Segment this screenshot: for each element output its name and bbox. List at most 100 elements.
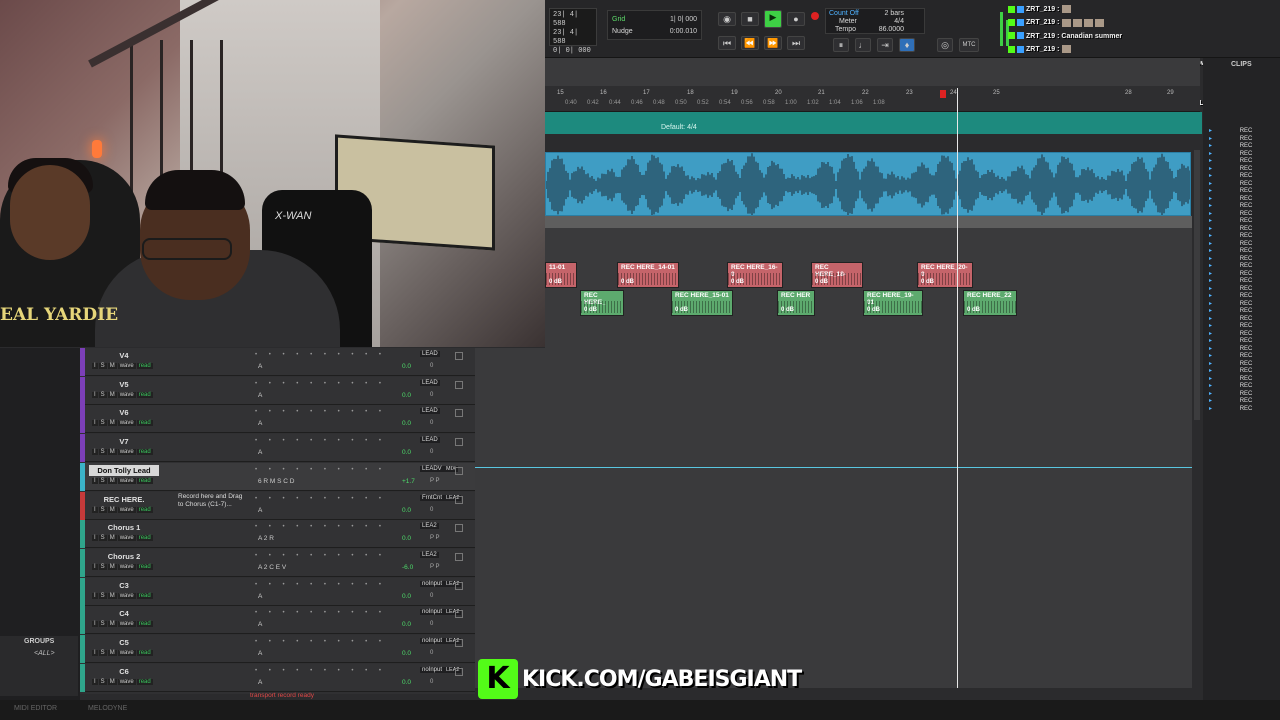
expand-arrow-icon[interactable]: ▸: [1209, 338, 1212, 344]
melodyne-tab[interactable]: MELODYNE: [88, 705, 127, 712]
clip-list-item[interactable]: ▸ REC: [1209, 263, 1252, 271]
clip-list-item[interactable]: ▸ REC: [1209, 136, 1252, 144]
audio-clip[interactable]: REC HERE_19-010 dB: [863, 290, 923, 316]
audio-clip[interactable]: REC HERE_15-01 0 dB: [671, 290, 733, 316]
rewind-button[interactable]: ⏪: [741, 36, 759, 50]
send-letters[interactable]: A: [258, 392, 262, 399]
track-buttons[interactable]: I S Mwave read: [92, 650, 154, 656]
clip-list-item[interactable]: ▸ REC: [1209, 316, 1252, 324]
insert-slots[interactable]: • • • • • • • • • •: [255, 352, 395, 372]
send-letters[interactable]: A 2 C E V: [258, 564, 286, 571]
clip-gain[interactable]: 0 dB: [967, 307, 980, 313]
clip-list-item[interactable]: ▸ REC: [1209, 301, 1252, 309]
expand-arrow-icon[interactable]: ▸: [1209, 271, 1212, 277]
clip-list-item[interactable]: ▸ REC: [1209, 158, 1252, 166]
track-buttons[interactable]: I S Mwave read: [92, 506, 154, 513]
track-option-box[interactable]: [455, 380, 463, 389]
insert-slots[interactable]: • • • • • • • • • •: [255, 610, 395, 630]
track-button-read[interactable]: read: [136, 449, 153, 456]
clip-gain[interactable]: 0 dB: [549, 279, 562, 285]
track-name[interactable]: V5: [89, 379, 159, 390]
track-name[interactable]: V6: [89, 407, 159, 418]
track-button-s[interactable]: S: [98, 477, 107, 484]
track-button-s[interactable]: S: [98, 592, 107, 599]
track-buttons[interactable]: I S Mwave read: [92, 678, 154, 685]
track-pan[interactable]: 0: [430, 593, 433, 599]
track-button-i[interactable]: I: [92, 420, 98, 427]
clip-list-items[interactable]: ▸ REC ▸ REC ▸ REC ▸ REC ▸ REC ▸ REC ▸ REC ▸ REC…: [1209, 128, 1252, 413]
track-button-s[interactable]: S: [98, 363, 107, 369]
track-button-read[interactable]: read: [136, 391, 153, 398]
track-buttons[interactable]: I S Mwave read: [92, 391, 154, 398]
track-name[interactable]: C5: [89, 637, 159, 648]
clip-list-item[interactable]: ▸ REC: [1209, 128, 1252, 136]
expand-arrow-icon[interactable]: ▸: [1209, 128, 1212, 134]
clip-list-item[interactable]: ▸ REC: [1209, 203, 1252, 211]
track-row[interactable]: C4 I S Mwave read • • • • • • • • • • AnoInput…: [80, 606, 475, 635]
track-button-wave[interactable]: wave: [117, 420, 136, 427]
track-button-read[interactable]: read: [136, 621, 153, 628]
track-button-wave[interactable]: wave: [117, 621, 136, 628]
expand-arrow-icon[interactable]: ▸: [1209, 158, 1212, 164]
track-button-i[interactable]: I: [92, 449, 98, 456]
track-pan[interactable]: 0: [430, 363, 433, 369]
clip-list-item[interactable]: ▸ REC: [1209, 226, 1252, 234]
edit-window-lower[interactable]: [475, 348, 1192, 688]
track-button-i[interactable]: I: [92, 363, 98, 369]
clip-list-item[interactable]: ▸ REC: [1209, 248, 1252, 256]
clip-list-item[interactable]: ▸ REC: [1209, 398, 1252, 406]
clip-list-item[interactable]: ▸ REC: [1209, 323, 1252, 331]
send-letters[interactable]: 6 R M S C D: [258, 478, 294, 485]
track-button-i[interactable]: I: [92, 506, 98, 513]
expand-arrow-icon[interactable]: ▸: [1209, 301, 1212, 307]
track-buttons[interactable]: I S Mwave read: [92, 621, 154, 628]
track-output[interactable]: LEADV: [420, 465, 444, 472]
tempo-link-icon[interactable]: ♦: [899, 38, 915, 52]
track-option-box[interactable]: [455, 524, 463, 533]
expand-arrow-icon[interactable]: ▸: [1209, 323, 1212, 329]
track-pan[interactable]: 0: [430, 392, 433, 398]
track-name[interactable]: C3: [89, 580, 159, 591]
track-pan[interactable]: P P: [430, 564, 440, 570]
insert-slots[interactable]: • • • • • • • • • •: [255, 438, 395, 458]
insert-slots[interactable]: • • • • • • • • • •: [255, 524, 395, 544]
clip-list-item[interactable]: ▸ REC: [1209, 256, 1252, 264]
expand-arrow-icon[interactable]: ▸: [1209, 226, 1212, 232]
record-button[interactable]: ●: [787, 12, 805, 26]
track-button-m[interactable]: M: [107, 592, 117, 599]
bar-ruler[interactable]: 15 16 17 18 19 20 21 22 23 24 25 28 29 0:40 0:42 0:44 0…: [545, 88, 1200, 110]
expand-arrow-icon[interactable]: ▸: [1209, 173, 1212, 179]
send-letters[interactable]: A: [258, 449, 262, 456]
clip-list-panel[interactable]: CLIPS ▸ REC ▸ REC ▸ REC ▸ REC ▸ REC ▸ REC ▸ RE…: [1203, 58, 1280, 700]
expand-arrow-icon[interactable]: ▸: [1209, 331, 1212, 337]
clip-list-item[interactable]: ▸ REC: [1209, 353, 1252, 361]
track-button-wave[interactable]: wave: [117, 363, 136, 369]
track-option-box[interactable]: [455, 639, 463, 647]
clip-list-item[interactable]: ▸ REC: [1209, 218, 1252, 226]
expand-arrow-icon[interactable]: ▸: [1209, 368, 1212, 374]
groups-all[interactable]: <ALL>: [34, 650, 55, 657]
track-button-m[interactable]: M: [107, 678, 117, 685]
clip-list-item[interactable]: ▸ REC: [1209, 181, 1252, 189]
meter-value[interactable]: 4/4: [894, 18, 904, 26]
expand-arrow-icon[interactable]: ▸: [1209, 241, 1212, 247]
expand-arrow-icon[interactable]: ▸: [1209, 406, 1212, 412]
expand-arrow-icon[interactable]: ▸: [1209, 188, 1212, 194]
track-option-box[interactable]: [455, 438, 463, 447]
track-volume[interactable]: 0.0: [402, 449, 411, 456]
send-letters[interactable]: A: [258, 650, 262, 657]
clip-list-item[interactable]: ▸ REC: [1209, 173, 1252, 181]
sync-icon[interactable]: ◎: [937, 38, 953, 52]
track-button-wave[interactable]: wave: [117, 650, 136, 656]
track-output[interactable]: LEAD: [420, 351, 440, 357]
track-button-i[interactable]: I: [92, 621, 98, 628]
track-row[interactable]: REC HERE. I S Mwave read • • • • • • • • • • A…: [80, 491, 475, 520]
clip-list-item[interactable]: ▸ REC: [1209, 383, 1252, 391]
track-row[interactable]: V7 I S Mwave read • • • • • • • • • • A LEAD 0.0…: [80, 434, 475, 463]
audio-clip[interactable]: REC HERE_22 0 dB: [963, 290, 1017, 316]
clip-gain[interactable]: 0 dB: [731, 279, 744, 285]
fast-forward-button[interactable]: ⏩: [764, 36, 782, 50]
track-name[interactable]: REC HERE.: [89, 494, 159, 505]
expand-arrow-icon[interactable]: ▸: [1209, 346, 1212, 352]
track-button-read[interactable]: read: [136, 363, 153, 369]
